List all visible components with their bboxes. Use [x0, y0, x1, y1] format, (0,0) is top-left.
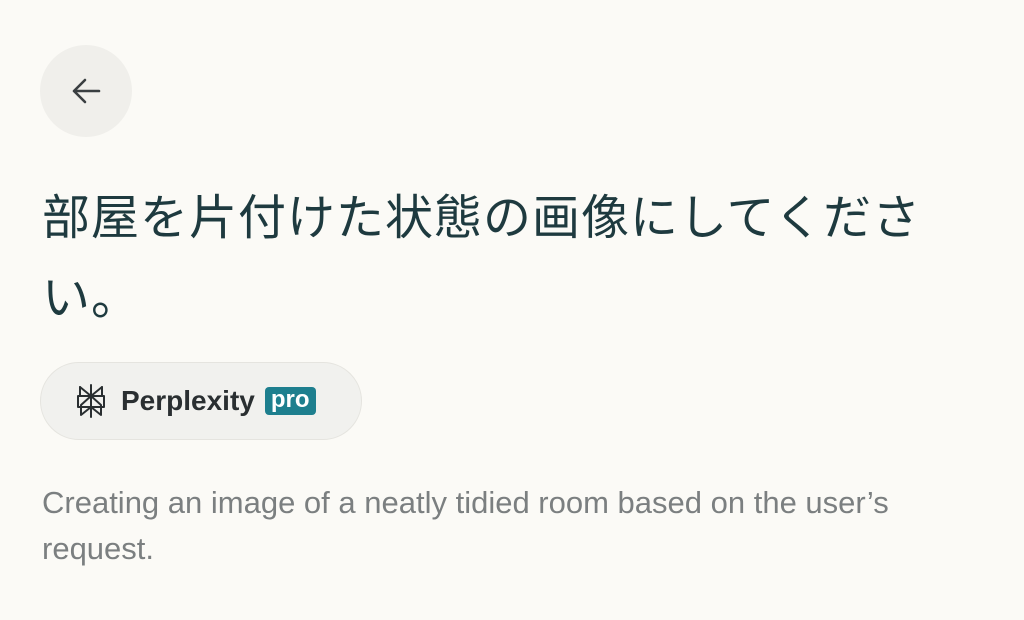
back-button[interactable]	[40, 45, 132, 137]
status-text: Creating an image of a neatly tidied roo…	[42, 485, 889, 566]
perplexity-logo-icon	[75, 383, 107, 419]
page-title: 部屋を片付けた状態の画像にしてください。	[42, 190, 922, 326]
arrow-left-icon	[68, 73, 104, 109]
model-name: Perplexity	[121, 385, 255, 416]
model-selector-chip[interactable]: Perplexity pro	[40, 362, 362, 440]
pro-badge: pro	[264, 387, 316, 415]
